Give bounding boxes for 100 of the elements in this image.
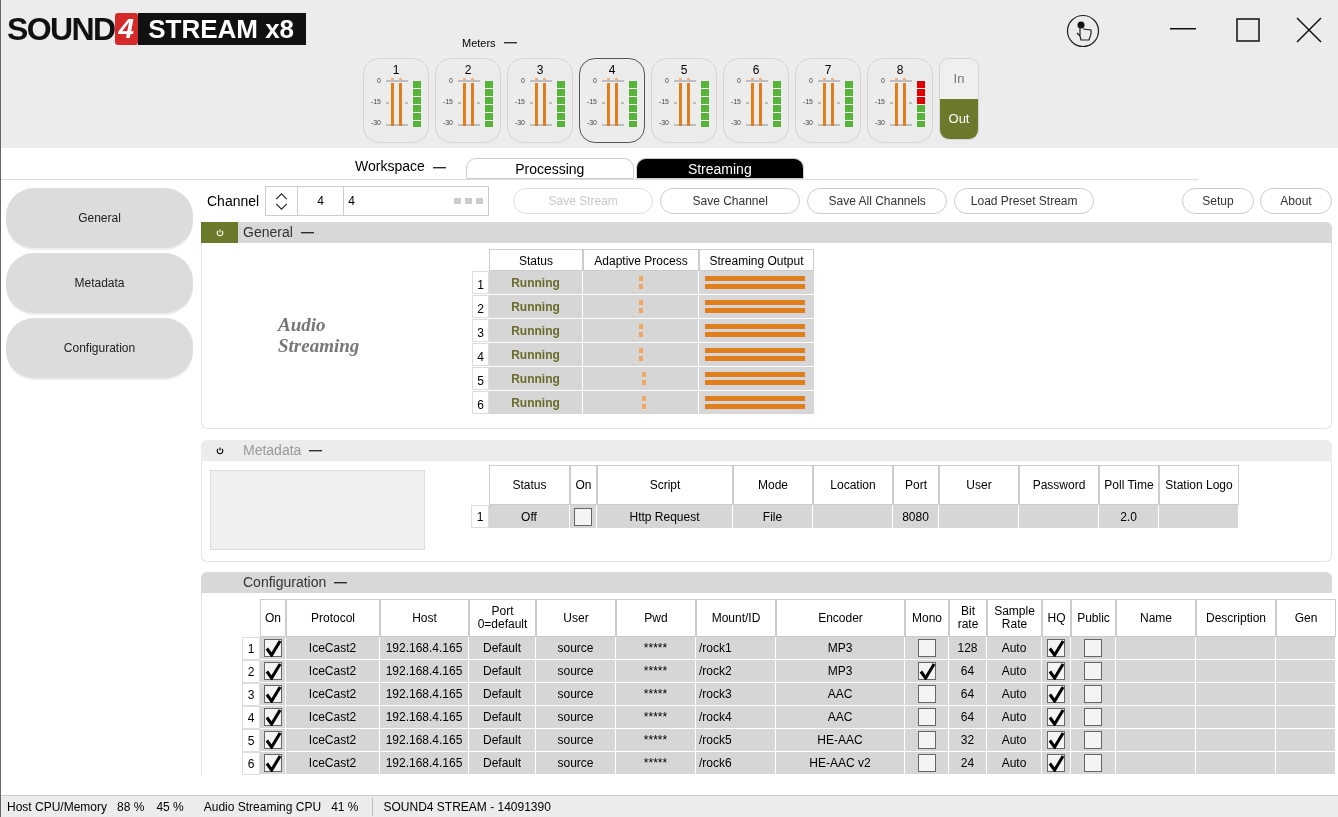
table-cell: IceCast2 [286, 752, 380, 775]
column-header: Poll Time [1099, 465, 1159, 505]
table-cell: 192.168.4.165 [380, 683, 469, 706]
checkbox[interactable] [1084, 685, 1102, 703]
row-number: 3 [472, 319, 489, 342]
table-cell: 64 [949, 683, 987, 706]
check-icon [1048, 640, 1065, 657]
maximize-icon[interactable] [1236, 18, 1260, 42]
logo-text: Streaming [278, 334, 360, 357]
checkbox[interactable] [1047, 731, 1065, 749]
status-cell: Running [489, 295, 583, 318]
checkbox[interactable] [917, 639, 936, 657]
table-cell: ***** [616, 706, 696, 729]
column-header: Streaming Output [699, 249, 814, 271]
meters-title: Meters [462, 35, 496, 51]
column-header: Pwd [616, 599, 696, 637]
status-cell: Running [489, 343, 583, 366]
table-cell: AAC [776, 706, 905, 729]
touch-icon[interactable] [1066, 14, 1100, 48]
checkbox[interactable] [917, 708, 936, 726]
table-cell: Default [469, 637, 536, 660]
row-number: 2 [242, 660, 260, 683]
checkbox[interactable] [1047, 639, 1065, 657]
row-number: 1 [472, 271, 489, 294]
table-cell: 192.168.4.165 [380, 752, 469, 775]
column-header: Name [1116, 599, 1196, 637]
checkbox[interactable] [1047, 685, 1065, 703]
sidebar-item[interactable]: Metadata [6, 253, 193, 313]
table-cell: 2.0 [1099, 505, 1159, 528]
checkbox[interactable] [917, 754, 936, 772]
column-header: Mono [905, 599, 949, 637]
status-value: 88 % [117, 798, 145, 816]
table-cell: /rock5 [696, 729, 776, 752]
table-cell: 192.168.4.165 [380, 706, 469, 729]
table-cell: 192.168.4.165 [380, 729, 469, 752]
column-header: Status [489, 465, 570, 505]
logo: SOUND4 STREAM x8 [7, 12, 307, 46]
table-cell: Auto [987, 637, 1042, 660]
sidebar-item[interactable]: Configuration [6, 318, 193, 378]
table-cell: ***** [616, 729, 696, 752]
column-header: Bit rate [949, 599, 987, 637]
checkbox[interactable] [1084, 639, 1102, 657]
column-header: Password [1019, 465, 1099, 505]
row-number: 5 [242, 729, 260, 752]
table-cell: IceCast2 [286, 660, 380, 683]
workspace-tab[interactable]: Processing [465, 158, 634, 179]
section-title: General [243, 223, 293, 242]
table-cell: HE-AAC [776, 729, 905, 752]
row-number: 1 [471, 505, 489, 528]
power-button[interactable] [201, 222, 238, 243]
checkbox[interactable] [917, 731, 936, 749]
table-cell: source [536, 637, 616, 660]
checkbox[interactable] [1047, 708, 1065, 726]
sidebar-item[interactable]: General [6, 188, 193, 248]
status-label: Host CPU/Memory [7, 798, 107, 816]
checkbox[interactable] [1047, 754, 1065, 772]
workspace-tab[interactable]: Streaming [635, 158, 804, 179]
column-header: User [939, 465, 1019, 505]
table-cell: IceCast2 [286, 637, 380, 660]
checkbox[interactable] [917, 662, 936, 680]
meter-number: 5 [680, 63, 688, 77]
table-cell: /rock2 [696, 660, 776, 683]
collapse-icon[interactable] [309, 449, 323, 452]
meter-number: 4 [608, 63, 616, 77]
table-cell: MP3 [776, 660, 905, 683]
row-number: 5 [472, 367, 489, 390]
minimize-icon[interactable] [1170, 28, 1196, 30]
table-cell: 192.168.4.165 [380, 637, 469, 660]
close-icon[interactable] [1296, 17, 1322, 43]
checkbox[interactable] [1084, 754, 1102, 772]
table-cell: Default [469, 660, 536, 683]
product-version: SOUND4 STREAM - 14091390 [383, 798, 551, 816]
table-cell: Auto [987, 729, 1042, 752]
table-cell: 64 [949, 706, 987, 729]
checkbox[interactable] [1084, 731, 1102, 749]
table-cell: Auto [987, 706, 1042, 729]
table-cell: Default [469, 706, 536, 729]
table-cell: ***** [616, 752, 696, 775]
power-icon [215, 228, 224, 237]
table-cell: Default [469, 683, 536, 706]
collapse-icon[interactable] [334, 581, 348, 584]
collapse-icon[interactable] [300, 231, 314, 234]
table-cell: source [536, 752, 616, 775]
checkbox[interactable] [1047, 662, 1065, 680]
table-cell: File [733, 505, 813, 528]
checkbox[interactable] [574, 507, 592, 526]
column-header: Status [489, 249, 583, 271]
table-cell: /rock6 [696, 752, 776, 775]
checkbox[interactable] [1084, 708, 1102, 726]
row-number: 3 [242, 683, 260, 706]
io-toggle[interactable]: Out [940, 99, 978, 139]
check-icon [1048, 686, 1065, 703]
table-cell: Off [489, 505, 570, 528]
column-header: Port [893, 465, 939, 505]
table-cell: /rock4 [696, 706, 776, 729]
checkbox[interactable] [1084, 662, 1102, 680]
column-header: Description [1196, 599, 1276, 637]
power-icon [215, 446, 224, 455]
checkbox[interactable] [917, 685, 936, 703]
table-cell: source [536, 660, 616, 683]
